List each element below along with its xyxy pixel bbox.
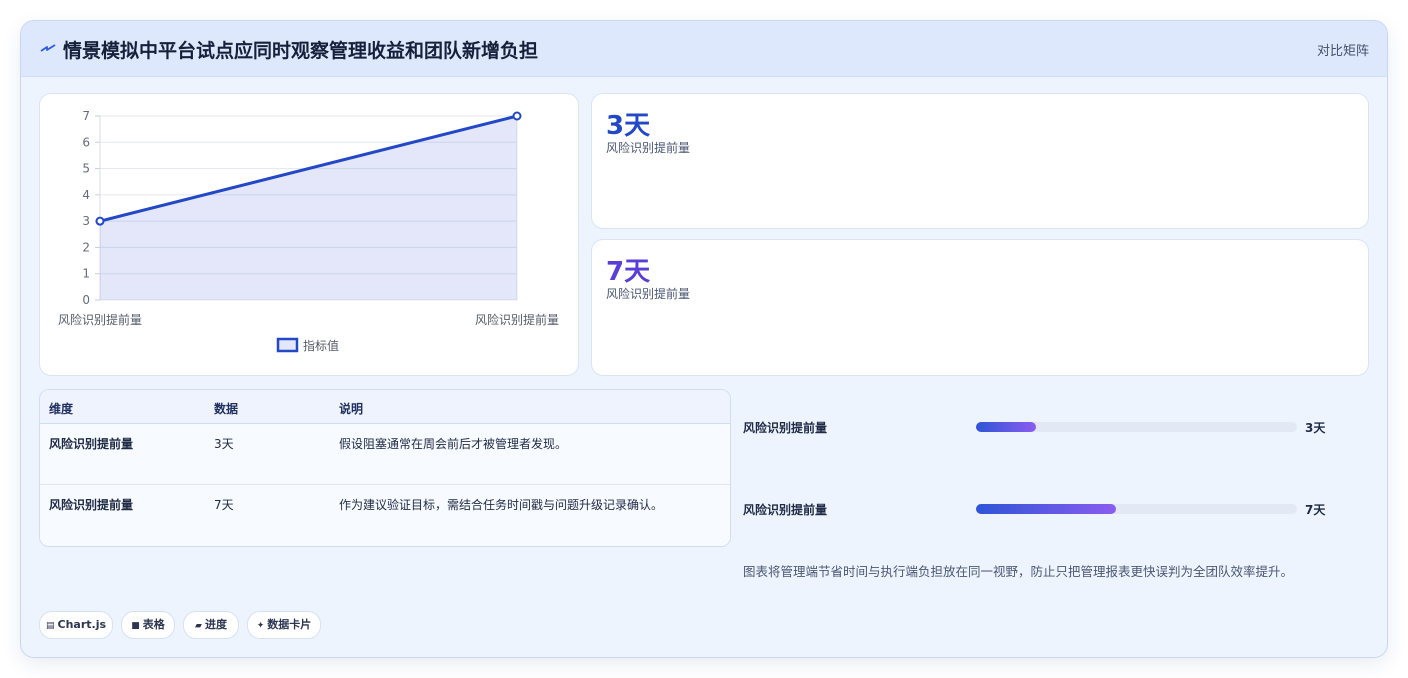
table-header-row: 维度 数据 说明 xyxy=(40,390,730,424)
tag-chartjs[interactable]: ▤ Chart.js xyxy=(39,611,113,639)
stat-value: 3天 xyxy=(606,111,651,141)
table-cell: 风险识别提前量 xyxy=(49,498,134,512)
stat-value: 7天 xyxy=(606,257,651,287)
progress-label: 风险识别提前量 xyxy=(743,421,828,435)
tag-label: 进度 xyxy=(204,618,227,631)
sparkle-icon: ✦ xyxy=(256,621,265,631)
dashboard-panel: 情景模拟中平台试点应同时观察管理收益和团队新增负担 对比矩阵 0 1 2 3 4 5 6 7 风… xyxy=(20,20,1388,658)
tag-table[interactable]: ■ 表格 xyxy=(121,611,175,639)
y-tick-label: 4 xyxy=(82,188,90,202)
tag-label: 表格 xyxy=(142,618,165,631)
data-point xyxy=(95,216,105,226)
x-tick-label: 风险识别提前量 xyxy=(58,312,142,327)
y-tick-label: 5 xyxy=(82,162,90,176)
table-cell: 3天 xyxy=(214,437,234,451)
progress-item: 风险识别提前量 3天 xyxy=(743,417,1343,437)
progress-track xyxy=(976,504,1297,514)
data-table: 维度 数据 说明 风险识别提前量 3天 假设阻塞通常在周会前后才被管理者发现。 … xyxy=(39,389,731,547)
progress-fill xyxy=(976,504,1117,514)
progress-value: 7天 xyxy=(1305,503,1326,517)
legend-label: 指标值 xyxy=(303,338,339,353)
column-header: 说明 xyxy=(339,402,364,416)
table-row: 风险识别提前量 3天 假设阻塞通常在周会前后才被管理者发现。 xyxy=(40,424,730,485)
table-icon: ■ xyxy=(131,621,140,631)
column-header: 维度 xyxy=(49,402,74,416)
table-row: 风险识别提前量 7天 作为建议验证目标，需结合任务时间戳与问题升级记录确认。 xyxy=(40,485,730,546)
progress-value: 3天 xyxy=(1305,421,1326,435)
legend-swatch xyxy=(276,337,299,353)
series-area xyxy=(100,116,517,300)
lightning-icon xyxy=(40,44,56,52)
y-tick-label: 0 xyxy=(82,293,90,307)
table-cell: 假设阻塞通常在周会前后才被管理者发现。 xyxy=(339,437,568,451)
chart-icon: ▤ xyxy=(45,621,55,631)
progress-item: 风险识别提前量 7天 xyxy=(743,499,1343,519)
table-cell: 7天 xyxy=(214,498,234,512)
stat-label: 风险识别提前量 xyxy=(606,141,691,155)
y-tick-label: 3 xyxy=(82,214,90,228)
chart-note: 图表将管理端节省时间与执行端负担放在同一视野，防止只把管理报表更快误判为全团队效… xyxy=(743,564,1294,579)
stat-card: 7天 风险识别提前量 xyxy=(591,239,1369,376)
tag-label: Chart.js xyxy=(57,618,107,631)
progress-icon: ▰ xyxy=(195,621,202,631)
table-cell: 风险识别提前量 xyxy=(49,437,134,451)
y-tick-label: 1 xyxy=(82,267,90,281)
y-tick-label: 7 xyxy=(82,109,90,123)
column-header: 数据 xyxy=(214,402,239,416)
page-title: 情景模拟中平台试点应同时观察管理收益和团队新增负担 xyxy=(63,40,539,62)
data-point xyxy=(512,111,522,121)
x-tick-label: 风险识别提前量 xyxy=(475,312,559,327)
panel-header: 情景模拟中平台试点应同时观察管理收益和团队新增负担 对比矩阵 xyxy=(21,21,1387,77)
stat-card: 3天 风险识别提前量 xyxy=(591,93,1369,229)
tag-progress[interactable]: ▰ 进度 xyxy=(183,611,239,639)
line-chart: 0 1 2 3 4 5 6 7 风险识别提前量 风险识别提前量 指标值 xyxy=(58,109,559,353)
y-tick-label: 2 xyxy=(82,240,90,254)
progress-fill xyxy=(976,422,1037,432)
tag-label: 数据卡片 xyxy=(267,618,312,631)
tag-data-card[interactable]: ✦ 数据卡片 xyxy=(247,611,321,639)
y-tick-label: 6 xyxy=(82,135,90,149)
chart-card: 0 1 2 3 4 5 6 7 风险识别提前量 风险识别提前量 指标值 xyxy=(39,93,579,376)
table-cell: 作为建议验证目标，需结合任务时间戳与问题升级记录确认。 xyxy=(339,498,664,512)
comparison-matrix-toggle[interactable]: 对比矩阵 xyxy=(1317,40,1369,59)
progress-track xyxy=(976,422,1297,432)
stat-label: 风险识别提前量 xyxy=(606,287,691,301)
progress-label: 风险识别提前量 xyxy=(743,503,828,517)
